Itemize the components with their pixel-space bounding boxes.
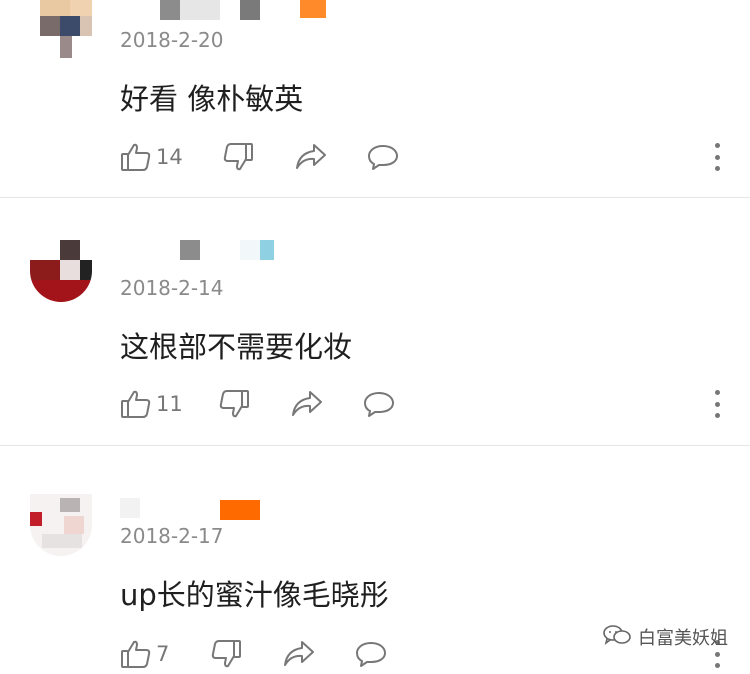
thumbs-up-icon bbox=[120, 141, 152, 173]
thumbs-up-icon bbox=[120, 638, 152, 670]
more-button[interactable] bbox=[712, 388, 722, 420]
like-count: 11 bbox=[156, 392, 183, 416]
dislike-button[interactable] bbox=[218, 384, 250, 424]
share-button[interactable] bbox=[290, 384, 324, 424]
watermark-text: 白富美妖姐 bbox=[638, 628, 728, 649]
avatar[interactable] bbox=[30, 240, 92, 302]
more-dot bbox=[714, 663, 720, 668]
more-button[interactable] bbox=[712, 141, 722, 173]
divider bbox=[0, 197, 750, 198]
username bbox=[260, 240, 274, 260]
comment-icon bbox=[366, 141, 400, 173]
dislike-button[interactable] bbox=[222, 137, 254, 177]
username bbox=[240, 0, 260, 20]
username[interactable] bbox=[160, 0, 180, 20]
thumbs-down-icon bbox=[218, 388, 250, 420]
avatar[interactable] bbox=[30, 0, 92, 58]
username bbox=[240, 240, 260, 260]
username[interactable] bbox=[120, 498, 140, 518]
divider bbox=[0, 445, 750, 446]
comment-icon bbox=[362, 388, 396, 420]
share-icon bbox=[290, 388, 324, 420]
level-badge bbox=[220, 500, 260, 520]
comment-icon bbox=[354, 638, 388, 670]
thumbs-down-icon bbox=[210, 638, 242, 670]
thumbs-down-icon bbox=[222, 141, 254, 173]
comment-date: 2018-2-14 bbox=[120, 276, 224, 300]
like-button[interactable]: 11 bbox=[120, 384, 183, 424]
reply-button[interactable] bbox=[366, 137, 400, 177]
username[interactable] bbox=[180, 240, 200, 260]
more-dot bbox=[714, 651, 720, 657]
share-icon bbox=[294, 141, 328, 173]
reply-button[interactable] bbox=[354, 634, 388, 674]
username bbox=[180, 0, 220, 20]
avatar[interactable] bbox=[30, 494, 92, 556]
dislike-button[interactable] bbox=[210, 634, 242, 674]
wechat-icon bbox=[602, 623, 632, 651]
level-badge bbox=[300, 0, 326, 18]
more-dot bbox=[714, 413, 720, 418]
like-count: 14 bbox=[156, 145, 183, 169]
more-dot bbox=[714, 401, 720, 407]
comment-text: 好看 像朴敏英 bbox=[120, 82, 304, 116]
comment-text: up长的蜜汁像毛晓彤 bbox=[120, 578, 389, 612]
like-button[interactable]: 14 bbox=[120, 137, 183, 177]
more-vertical-icon bbox=[714, 143, 720, 148]
more-dot bbox=[714, 166, 720, 171]
share-button[interactable] bbox=[282, 634, 316, 674]
reply-button[interactable] bbox=[362, 384, 396, 424]
comment-date: 2018-2-17 bbox=[120, 524, 224, 548]
comment-text: 这根部不需要化妆 bbox=[120, 330, 353, 364]
watermark: 白富美妖姐 bbox=[602, 623, 728, 651]
comment-actions: 14 bbox=[0, 137, 750, 177]
more-dot bbox=[714, 154, 720, 160]
share-icon bbox=[282, 638, 316, 670]
share-button[interactable] bbox=[294, 137, 328, 177]
like-count: 7 bbox=[156, 642, 170, 666]
more-vertical-icon bbox=[714, 390, 720, 395]
thumbs-up-icon bbox=[120, 388, 152, 420]
like-button[interactable]: 7 bbox=[120, 634, 169, 674]
comment-date: 2018-2-20 bbox=[120, 28, 224, 52]
comment-actions: 11 bbox=[0, 384, 750, 424]
